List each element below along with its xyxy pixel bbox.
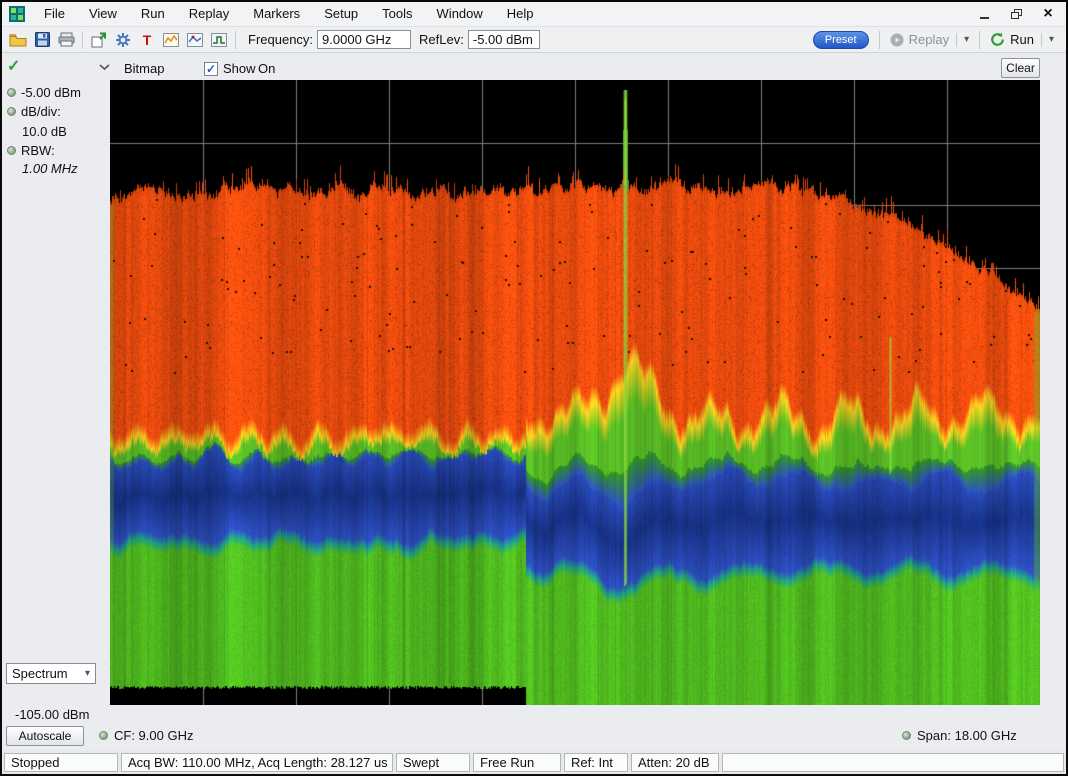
run-group: Run ▾ [990, 32, 1054, 47]
menu-bar: File View Run Replay Markers Setup Tools… [2, 2, 1066, 27]
ref-level-top-row: -5.00 dBm [7, 85, 81, 100]
floppy-icon [35, 32, 50, 47]
db-div-value-text: 10.0 dB [22, 124, 67, 139]
toolbar-separator [82, 31, 83, 49]
replay-icon [890, 33, 904, 47]
show-checkbox[interactable]: ✓ [204, 62, 218, 76]
replay-group: Replay ▾ [890, 32, 970, 47]
param-dot-icon[interactable] [7, 146, 16, 155]
menu-markers[interactable]: Markers [241, 2, 312, 26]
status-attenuation: Atten: 20 dB [631, 753, 719, 772]
trace-selector-value: Spectrum [12, 666, 68, 681]
replay-dropdown-arrow[interactable]: ▾ [964, 35, 969, 45]
status-empty [722, 753, 1064, 772]
frequency-input[interactable] [317, 30, 411, 49]
menu-view[interactable]: View [77, 2, 129, 26]
status-reference: Ref: Int [564, 753, 628, 772]
clear-button[interactable]: Clear [1001, 58, 1040, 78]
close-icon: × [1043, 7, 1052, 21]
ref-level-top-value: -5.00 dBm [21, 85, 81, 100]
marker-chart-icon [187, 33, 203, 47]
status-trigger-mode: Free Run [473, 753, 561, 772]
displays-button[interactable] [159, 29, 183, 51]
menu-setup[interactable]: Setup [312, 2, 370, 26]
print-button[interactable] [54, 29, 78, 51]
run-icon [990, 32, 1005, 47]
minimize-icon [980, 17, 989, 19]
printer-icon [58, 32, 75, 47]
cf-value: CF: 9.00 GHz [114, 728, 193, 743]
menu-file[interactable]: File [32, 2, 77, 26]
status-acq-info: Acq BW: 110.00 MHz, Acq Length: 28.127 u… [121, 753, 393, 772]
span-value: Span: 18.00 GHz [917, 728, 1017, 743]
annotation-button[interactable]: T [135, 29, 159, 51]
folder-icon [9, 32, 27, 47]
menu-run[interactable]: Run [129, 2, 177, 26]
open-file-button[interactable] [6, 29, 30, 51]
param-dot-icon[interactable] [99, 731, 108, 740]
window-controls: × [976, 6, 1056, 22]
status-bar: Stopped Acq BW: 110.00 MHz, Acq Length: … [2, 750, 1066, 774]
restore-button[interactable] [1008, 6, 1024, 22]
settings-button[interactable] [111, 29, 135, 51]
frequency-label: Frequency: [248, 32, 313, 47]
save-button[interactable] [30, 29, 54, 51]
trace-enabled-check-icon: ✓ [7, 56, 20, 76]
trace-selector-arrow-icon: ▾ [85, 669, 90, 679]
toolbar-right-group: Preset Replay ▾ Run ▾ [813, 31, 1054, 49]
ref-level-bottom-value: -105.00 dBm [15, 707, 89, 722]
close-button[interactable]: × [1040, 6, 1056, 22]
run-button[interactable]: Run [1010, 32, 1034, 47]
trigger-button[interactable] [207, 29, 231, 51]
markers-button[interactable] [183, 29, 207, 51]
toolbar-separator [979, 31, 980, 49]
toolbar-separator [879, 31, 880, 49]
rbw-value-text: 1.00 MHz [22, 161, 78, 176]
gear-icon [115, 32, 131, 48]
toolbar-mini-separator [1041, 33, 1042, 47]
menu-tools[interactable]: Tools [370, 2, 424, 26]
run-dropdown-arrow[interactable]: ▾ [1049, 35, 1054, 45]
status-acquisition-state: Stopped [4, 753, 118, 772]
replay-button[interactable]: Replay [909, 32, 949, 47]
reflev-label: RefLev: [419, 32, 464, 47]
span-readout: Span: 18.00 GHz [902, 728, 1017, 743]
menu-window[interactable]: Window [425, 2, 495, 26]
minimize-button[interactable] [976, 6, 992, 22]
reflev-input[interactable] [468, 30, 540, 49]
rbw-value: 1.00 MHz [22, 161, 78, 176]
trigger-icon [211, 33, 227, 47]
status-sweep-mode: Swept [396, 753, 470, 772]
collapse-chevron-icon[interactable] [98, 63, 111, 71]
menu-help[interactable]: Help [495, 2, 546, 26]
restore-icon [1011, 9, 1022, 19]
show-label: Show [223, 61, 256, 76]
show-state-label: On [258, 61, 275, 76]
param-dot-icon[interactable] [7, 107, 16, 116]
trace-selector[interactable]: Spectrum ▾ [6, 663, 96, 684]
waveform-chart-icon [163, 33, 179, 47]
db-div-row: dB/div: [7, 104, 61, 119]
rbw-row: RBW: [7, 143, 55, 158]
trace-type-label[interactable]: Bitmap [124, 61, 164, 76]
toolbar-separator [235, 31, 236, 49]
autoscale-button[interactable]: Autoscale [6, 726, 84, 746]
toolbar-mini-separator [956, 33, 957, 47]
text-tool-icon: T [143, 32, 152, 48]
db-div-value: 10.0 dB [22, 124, 67, 139]
import-button[interactable] [87, 29, 111, 51]
import-icon [91, 32, 107, 48]
checkbox-check-icon: ✓ [206, 64, 216, 74]
param-dot-icon[interactable] [902, 731, 911, 740]
rbw-label: RBW: [21, 143, 55, 158]
spectrum-bitmap-display[interactable] [110, 80, 1040, 705]
db-div-label: dB/div: [21, 104, 61, 119]
preset-button[interactable]: Preset [813, 31, 869, 49]
app-icon [9, 6, 25, 22]
param-dot-icon[interactable] [7, 88, 16, 97]
center-frequency-readout: CF: 9.00 GHz [99, 728, 193, 743]
menu-replay[interactable]: Replay [177, 2, 241, 26]
toolbar: T Frequency: RefLev: Preset Replay ▾ Run… [2, 27, 1066, 53]
